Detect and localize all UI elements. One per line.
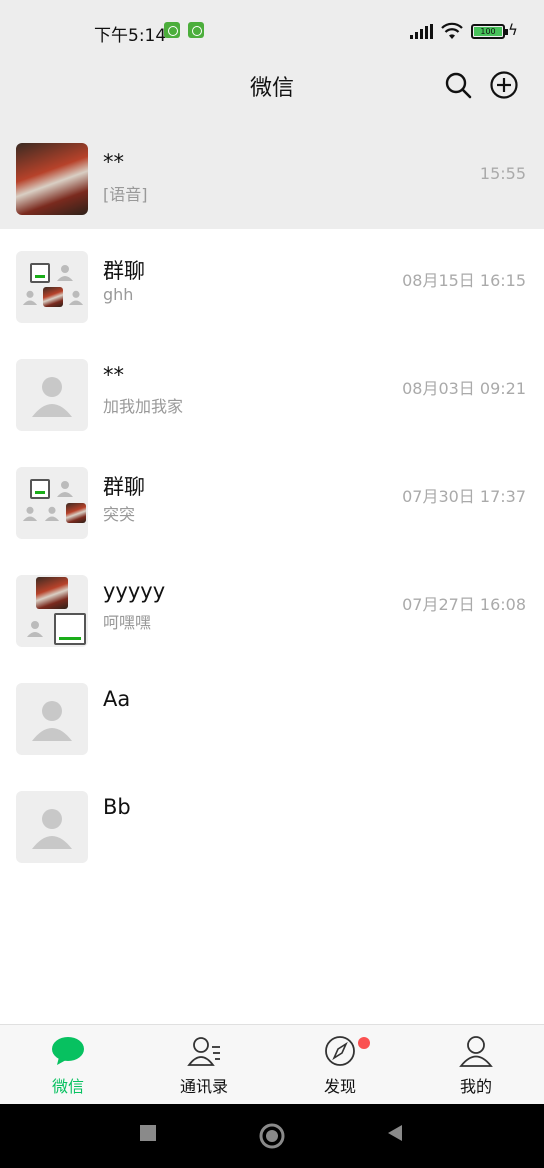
chat-name: Bb	[103, 795, 131, 819]
chat-preview: [语音]	[103, 185, 148, 204]
top-header: 微信	[0, 60, 544, 112]
status-time: 下午5:14	[94, 26, 167, 46]
charging-icon: ϟ	[508, 21, 518, 39]
chat-name: **	[103, 150, 124, 174]
chat-time: 07月30日 17:37	[402, 487, 526, 506]
signal-icon	[410, 24, 433, 39]
tab-chats[interactable]: 微信	[0, 1025, 136, 1105]
photo-thumbnail	[43, 287, 63, 307]
notification-icon	[188, 22, 204, 38]
tab-label: 微信	[51, 1077, 84, 1096]
tab-me[interactable]: 我的	[408, 1025, 544, 1105]
group-avatar	[16, 251, 88, 323]
person-icon	[22, 290, 38, 305]
notification-dot	[358, 1037, 370, 1049]
person-icon	[27, 621, 43, 637]
chat-list: ** [语音] 15:55 群聊 ghh 08月15日 16:15 ** 加我加…	[0, 112, 544, 877]
contacts-icon	[187, 1037, 220, 1066]
home-button[interactable]	[259, 1123, 285, 1149]
chat-name: yyyyy	[103, 579, 166, 603]
status-bar: 下午5:14 100 ϟ	[0, 0, 544, 60]
chat-item[interactable]: yyyyy 呵嘿嘿 07月27日 16:08	[0, 553, 544, 661]
battery-level: 100	[474, 27, 502, 36]
avatar	[16, 143, 88, 215]
default-avatar-icon	[32, 377, 72, 417]
app-thumbnail	[30, 263, 50, 283]
tab-contacts[interactable]: 通讯录	[136, 1025, 272, 1105]
wifi-icon	[441, 22, 463, 39]
bottom-tab-bar: 微信 通讯录 发现 我的	[0, 1024, 544, 1104]
group-avatar	[16, 467, 88, 539]
chat-name: 群聊	[103, 259, 145, 283]
photo-thumbnail	[66, 503, 86, 523]
app-thumbnail	[30, 479, 50, 499]
default-avatar-icon	[32, 701, 72, 741]
group-avatar	[16, 575, 88, 647]
wechat-screen: 下午5:14 100 ϟ 微信 ** [语音] 15:55 群聊 ghh 08月…	[0, 0, 544, 1168]
tab-label: 发现	[323, 1077, 356, 1096]
tab-discover[interactable]: 发现	[272, 1025, 408, 1105]
chat-name: **	[103, 363, 124, 387]
chat-item[interactable]: ** [语音] 15:55	[0, 112, 544, 229]
photo-avatar	[16, 143, 88, 215]
search-icon[interactable]	[443, 70, 473, 100]
chat-time: 15:55	[479, 164, 526, 183]
recent-apps-button[interactable]	[139, 1124, 157, 1142]
chat-bubble-icon	[52, 1037, 84, 1065]
chat-name: Aa	[103, 687, 131, 711]
compass-icon	[325, 1036, 355, 1066]
avatar	[16, 683, 88, 755]
tab-label: 通讯录	[179, 1077, 228, 1096]
chat-preview: 呵嘿嘿	[103, 613, 152, 632]
person-icon	[57, 481, 73, 497]
avatar	[16, 359, 88, 431]
chat-preview: ghh	[103, 285, 134, 304]
chat-time: 08月15日 16:15	[402, 271, 526, 290]
system-navigation-bar	[0, 1104, 544, 1168]
back-button[interactable]	[386, 1124, 404, 1142]
photo-thumbnail	[36, 577, 68, 609]
tab-label: 我的	[459, 1077, 492, 1096]
chat-item[interactable]: Aa	[0, 661, 544, 769]
add-icon[interactable]	[489, 70, 519, 100]
person-icon	[68, 290, 84, 305]
avatar	[16, 791, 88, 863]
default-avatar-icon	[32, 809, 72, 849]
chat-item[interactable]: 群聊 ghh 08月15日 16:15	[0, 229, 544, 337]
battery-icon: 100	[471, 24, 508, 39]
chat-item[interactable]: 群聊 突突 07月30日 17:37	[0, 445, 544, 553]
person-icon	[22, 506, 38, 521]
person-icon	[57, 265, 73, 281]
chat-preview: 加我加我家	[103, 397, 184, 416]
chat-time: 07月27日 16:08	[402, 595, 526, 614]
chat-item[interactable]: Bb	[0, 769, 544, 877]
person-icon	[459, 1036, 493, 1067]
chat-preview: 突突	[103, 505, 136, 524]
notification-icon	[164, 22, 180, 38]
chat-name: 群聊	[103, 475, 145, 499]
person-icon	[44, 506, 60, 521]
chat-item[interactable]: ** 加我加我家 08月03日 09:21	[0, 337, 544, 445]
chat-time: 08月03日 09:21	[402, 379, 526, 398]
app-thumbnail	[54, 613, 86, 645]
